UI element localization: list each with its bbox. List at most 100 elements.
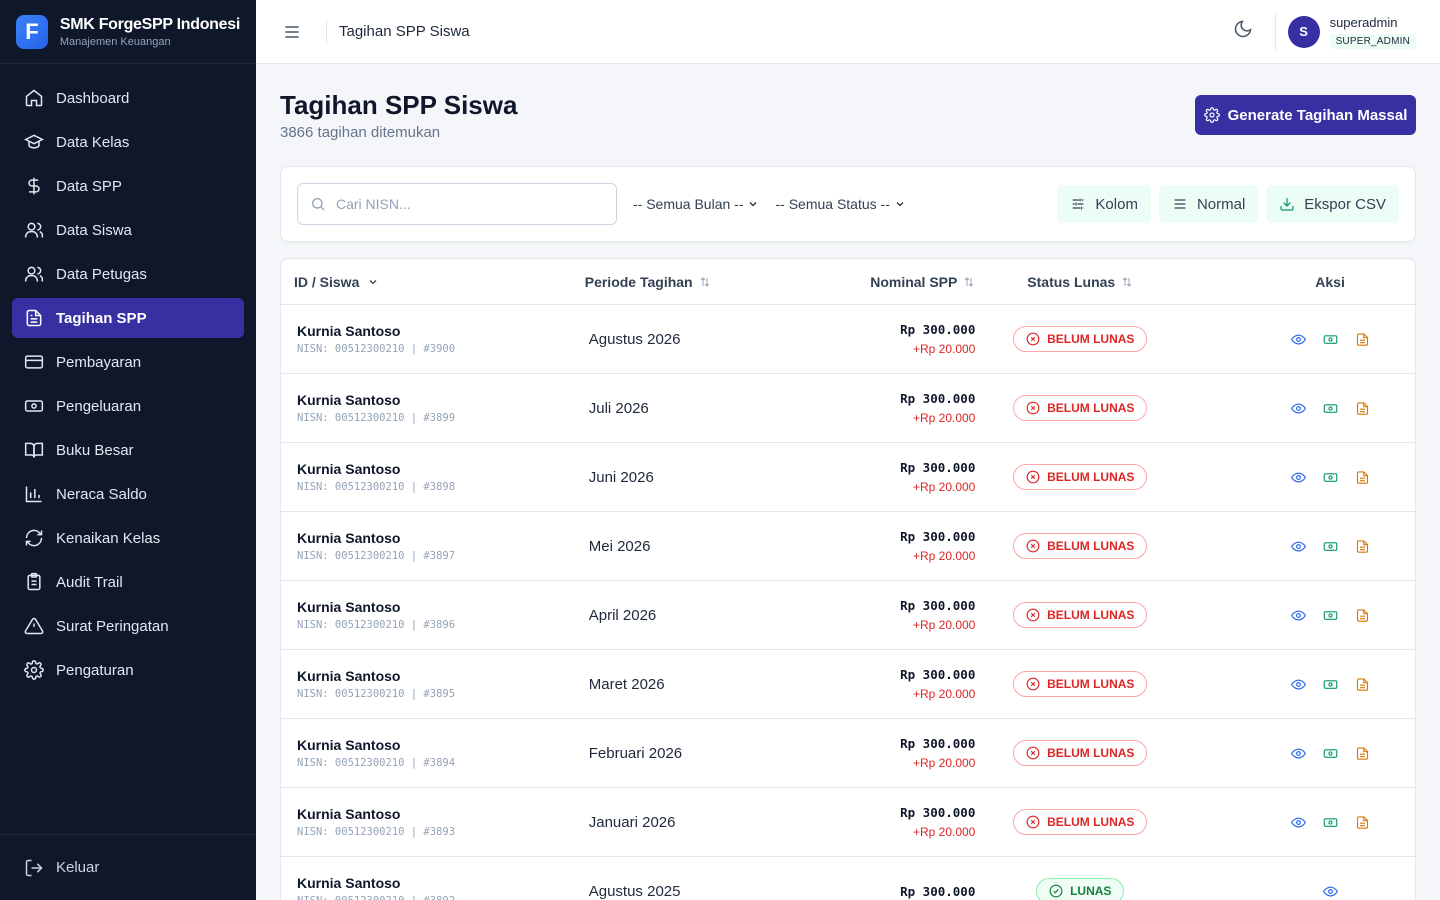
table-row[interactable]: Kurnia Santoso NISN: 00512300210 | #3893 J… [281,788,1415,857]
avatar[interactable]: S [1287,15,1320,48]
pay-button[interactable] [1314,605,1346,625]
sidebar-item-kenaikan-kelas[interactable]: Kenaikan Kelas [12,518,244,558]
status-cell: BELUM LUNAS [975,395,1245,421]
nominal-amount: Rp 300.000 [900,391,976,406]
view-button[interactable] [1282,467,1314,487]
pay-button[interactable] [1314,674,1346,694]
col-header-nominal-label: Nominal SPP [870,273,958,290]
warning-letter-button[interactable] [1346,536,1378,556]
view-button[interactable] [1282,674,1314,694]
table-row[interactable]: Kurnia Santoso NISN: 00512300210 | #3895 M… [281,650,1415,719]
topbar: Tagihan SPP Siswa S superadmin SUPER_ADM… [256,0,1440,64]
status-cell: BELUM LUNAS [975,464,1245,490]
student-name: Kurnia Santoso [297,737,401,753]
logout-button[interactable]: Keluar [0,834,256,900]
view-button[interactable] [1282,812,1314,832]
table-row[interactable]: Kurnia Santoso NISN: 00512300210 | #3896 A… [281,581,1415,650]
warning-letter-button[interactable] [1346,467,1378,487]
table-row[interactable]: Kurnia Santoso NISN: 00512300210 | #3899 J… [281,374,1415,443]
warning-letter-button[interactable] [1346,329,1378,349]
nominal-amount: Rp 300.000 [900,529,976,544]
sidebar-item-data-spp[interactable]: Data SPP [12,166,244,206]
sidebar-item-neraca-saldo[interactable]: Neraca Saldo [12,474,244,514]
view-button[interactable] [1282,398,1314,418]
sidebar-nav: Dashboard Data Kelas Data SPP Data Siswa Dat… [0,64,256,708]
student-name: Kurnia Santoso [297,875,401,891]
download-icon [1280,198,1294,211]
pay-button[interactable] [1314,329,1346,349]
view-button[interactable] [1282,605,1314,625]
view-button[interactable] [1282,536,1314,556]
sidebar-item-pengaturan[interactable]: Pengaturan [12,650,244,690]
period-cell: Maret 2026 [588,675,665,693]
view-button[interactable] [1282,743,1314,763]
warning-letter-button[interactable] [1346,605,1378,625]
warning-letter-button[interactable] [1346,398,1378,418]
student-name: Kurnia Santoso [297,323,401,339]
user-info[interactable]: superadmin SUPER_ADMIN [1329,15,1416,49]
banknote-icon [1323,610,1337,620]
col-header-status[interactable]: Status Lunas [975,274,1245,290]
student-cell: Kurnia Santoso NISN: 00512300210 | #3893 [281,806,581,838]
hamburger-icon [285,25,299,38]
table-row[interactable]: Kurnia Santoso NISN: 00512300210 | #3894 F… [281,719,1415,788]
sidebar-item-audit-trail[interactable]: Audit Trail [12,562,244,602]
warning-letter-button[interactable] [1346,812,1378,832]
sidebar-item-label: Pengaturan [56,661,134,679]
month-select[interactable]: -- Semua Bulan -- [633,196,759,212]
warning-letter-button[interactable] [1346,674,1378,694]
export-csv-button[interactable]: Ekspor CSV [1266,185,1399,223]
pay-button[interactable] [1314,536,1346,556]
sidebar-item-data-kelas[interactable]: Data Kelas [12,122,244,162]
generate-bulk-button[interactable]: Generate Tagihan Massal [1195,95,1416,135]
divider [326,19,327,44]
late-fee-amount: +Rp 20.000 [912,687,976,701]
status-badge: BELUM LUNAS [1013,809,1148,835]
student-nisn: NISN: 00512300210 | #3898 [297,481,456,493]
student-nisn: NISN: 00512300210 | #3899 [297,412,456,424]
col-header-nominal[interactable]: Nominal SPP [850,274,975,290]
pay-button[interactable] [1314,467,1346,487]
table-row[interactable]: Kurnia Santoso NISN: 00512300210 | #3892 A… [281,857,1415,900]
pay-button[interactable] [1314,812,1346,832]
col-header-periode[interactable]: Periode Tagihan [581,274,851,290]
search-input[interactable] [336,196,586,212]
banknote-icon [1323,403,1337,413]
view-button[interactable] [1314,881,1346,900]
period-cell: Januari 2026 [588,813,676,831]
banknote-icon [1323,679,1337,689]
sidebar-item-data-siswa[interactable]: Data Siswa [12,210,244,250]
sidebar-item-label: Pembayaran [56,353,142,371]
table-row[interactable]: Kurnia Santoso NISN: 00512300210 | #3897 M… [281,512,1415,581]
col-header-id[interactable]: ID / Siswa [281,274,581,290]
status-select[interactable]: -- Semua Status -- [775,196,905,212]
table-row[interactable]: Kurnia Santoso NISN: 00512300210 | #3900 A… [281,305,1415,374]
status-label: BELUM LUNAS [1047,677,1135,691]
pay-button[interactable] [1314,743,1346,763]
status-label: LUNAS [1070,884,1112,898]
theme-toggle-button[interactable] [1233,19,1253,44]
warning-letter-button[interactable] [1346,743,1378,763]
nominal-amount: Rp 300.000 [900,736,976,751]
status-cell: BELUM LUNAS [975,740,1245,766]
sidebar-item-surat-peringatan[interactable]: Surat Peringatan [12,606,244,646]
pay-button[interactable] [1314,398,1346,418]
status-label: BELUM LUNAS [1047,746,1135,760]
table-row[interactable]: Kurnia Santoso NISN: 00512300210 | #3898 J… [281,443,1415,512]
view-button[interactable] [1282,329,1314,349]
sidebar-item-buku-besar[interactable]: Buku Besar [12,430,244,470]
nominal-cell: Rp 300.000 +Rp 20.000 [850,529,975,563]
density-button[interactable]: Normal [1158,185,1259,223]
menu-toggle-button[interactable] [280,20,304,44]
sidebar-item-data-petugas[interactable]: Data Petugas [12,254,244,294]
sidebar-item-pengeluaran[interactable]: Pengeluaran [12,386,244,426]
sidebar-item-tagihan-spp[interactable]: Tagihan SPP [12,298,244,338]
student-nisn: NISN: 00512300210 | #3894 [297,757,456,769]
status-cell: BELUM LUNAS [975,533,1245,559]
sidebar-item-dashboard[interactable]: Dashboard [12,78,244,118]
sidebar-item-pembayaran[interactable]: Pembayaran [12,342,244,382]
chevron-down-icon [896,202,904,207]
search-box[interactable] [297,183,617,225]
period-cell: Juni 2026 [588,468,654,486]
columns-button[interactable]: Kolom [1057,185,1151,223]
